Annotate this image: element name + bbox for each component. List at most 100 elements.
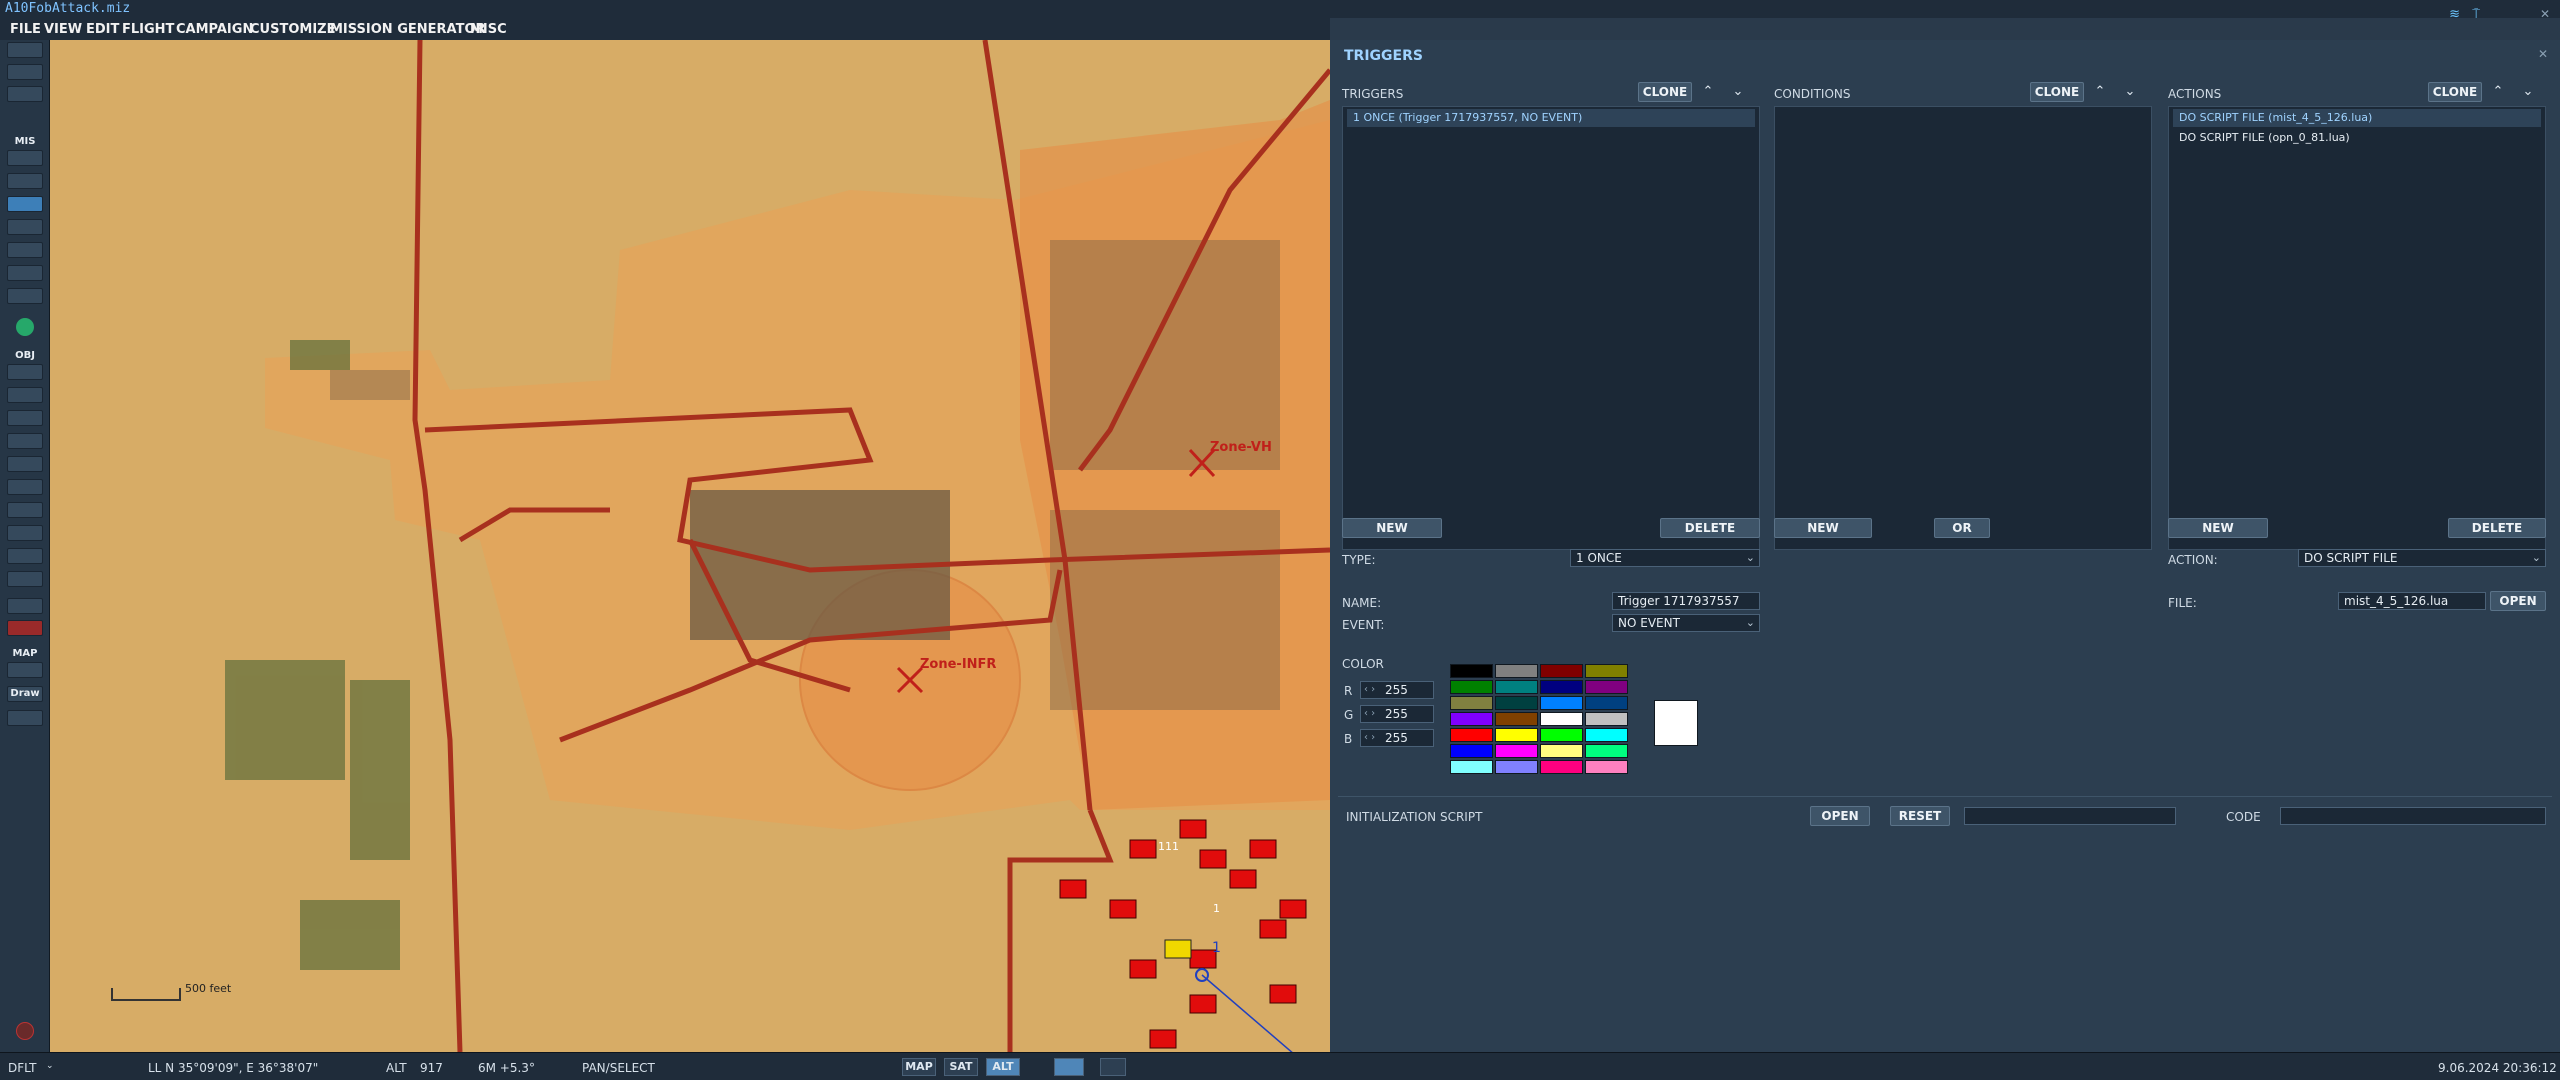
color-swatch[interactable] — [1450, 728, 1493, 742]
action-type-dropdown[interactable]: DO SCRIPT FILE ⌄ — [2298, 549, 2546, 567]
color-swatch[interactable] — [1495, 664, 1538, 678]
record-icon[interactable] — [16, 1022, 34, 1040]
close-icon[interactable]: ✕ — [2540, 7, 2550, 21]
r-spinner[interactable]: ‹ › 255 — [1360, 681, 1434, 699]
close-icon[interactable]: ✕ — [2538, 47, 2548, 61]
color-swatch[interactable] — [1495, 680, 1538, 694]
init-open-button[interactable]: OPEN — [1810, 806, 1870, 826]
flag-icon[interactable] — [7, 242, 43, 258]
helicopter-icon[interactable] — [7, 387, 43, 403]
menu-customize[interactable]: CUSTOMIZE — [250, 22, 335, 37]
go-icon[interactable] — [16, 318, 34, 336]
color-swatch[interactable] — [1585, 760, 1628, 774]
menu-campaign[interactable]: CAMPAIGN — [176, 22, 253, 37]
new-file-icon[interactable] — [7, 42, 43, 58]
color-swatch[interactable] — [1585, 696, 1628, 710]
file-field[interactable]: mist_4_5_126.lua — [2338, 592, 2486, 610]
triggers-up-icon[interactable]: ⌃ — [1700, 84, 1716, 100]
color-swatch[interactable] — [1495, 760, 1538, 774]
action-delete-button[interactable]: DELETE — [2448, 518, 2546, 538]
color-swatch[interactable] — [1585, 712, 1628, 726]
condition-new-button[interactable]: NEW — [1774, 518, 1872, 538]
color-swatch[interactable] — [1585, 664, 1628, 678]
trigger-delete-button[interactable]: DELETE — [1660, 518, 1760, 538]
code-field[interactable] — [2280, 807, 2546, 825]
conditions-up-icon[interactable]: ⌃ — [2092, 84, 2108, 100]
vehicle-icon[interactable] — [7, 433, 43, 449]
trigger-item[interactable]: 1 ONCE (Trigger 1717937557, NO EVENT) — [1347, 109, 1755, 127]
init-reset-button[interactable]: RESET — [1890, 806, 1950, 826]
key-icon[interactable] — [7, 662, 43, 678]
ship-icon[interactable] — [7, 410, 43, 426]
file-open-button[interactable]: OPEN — [2490, 591, 2546, 611]
weather-icon[interactable] — [7, 173, 43, 189]
ruler-icon[interactable] — [7, 710, 43, 726]
color-swatch[interactable] — [1450, 664, 1493, 678]
actions-list[interactable]: DO SCRIPT FILE (mist_4_5_126.lua) DO SCR… — [2168, 106, 2546, 550]
event-dropdown[interactable]: NO EVENT ⌄ — [1612, 614, 1760, 632]
settings-icon[interactable] — [1100, 1058, 1126, 1076]
color-swatch[interactable] — [1450, 760, 1493, 774]
conditions-clone-button[interactable]: CLONE — [2030, 82, 2084, 102]
conditions-down-icon[interactable]: ⌄ — [2122, 84, 2138, 100]
color-swatch[interactable] — [1540, 760, 1583, 774]
color-swatch[interactable] — [1540, 712, 1583, 726]
open-file-icon[interactable] — [7, 64, 43, 80]
shapes-icon[interactable] — [7, 598, 43, 614]
color-swatch[interactable] — [1540, 744, 1583, 758]
color-swatch[interactable] — [1450, 696, 1493, 710]
color-swatch[interactable] — [1585, 744, 1628, 758]
delete-icon[interactable] — [7, 620, 43, 636]
triggers-icon[interactable] — [7, 196, 43, 212]
conditions-list[interactable] — [1774, 106, 2152, 550]
action-item[interactable]: DO SCRIPT FILE (opn_0_81.lua) — [2173, 129, 2541, 147]
triggers-list[interactable]: 1 ONCE (Trigger 1717937557, NO EVENT) — [1342, 106, 1760, 550]
link-icon[interactable] — [7, 571, 43, 587]
actions-down-icon[interactable]: ⌄ — [2520, 84, 2536, 100]
menu-mission-generator[interactable]: MISSION GENERATOR — [330, 22, 486, 37]
triggers-down-icon[interactable]: ⌄ — [1730, 84, 1746, 100]
color-swatch[interactable] — [1585, 728, 1628, 742]
waypoint-icon[interactable] — [7, 525, 43, 541]
profile-dropdown[interactable]: DFLT — [8, 1061, 37, 1075]
menu-flight[interactable]: FLIGHT — [122, 22, 174, 37]
trigger-new-button[interactable]: NEW — [1342, 518, 1442, 538]
trigger-zone-icon[interactable] — [7, 502, 43, 518]
g-spinner[interactable]: ‹ › 255 — [1360, 705, 1434, 723]
color-swatch[interactable] — [1540, 664, 1583, 678]
zone-label-infr[interactable]: Zone-INFR — [920, 657, 996, 672]
target-icon[interactable] — [7, 219, 43, 235]
menu-view[interactable]: VIEW — [44, 22, 82, 37]
sat-mode-button[interactable]: SAT — [944, 1058, 978, 1076]
bridge-icon[interactable] — [7, 479, 43, 495]
unit-list-icon[interactable] — [7, 288, 43, 304]
color-swatch[interactable] — [1585, 680, 1628, 694]
zone-label-vh[interactable]: Zone-VH — [1210, 440, 1272, 455]
color-swatch[interactable] — [1495, 712, 1538, 726]
color-swatch[interactable] — [1495, 728, 1538, 742]
color-swatch[interactable] — [1540, 696, 1583, 710]
plane-icon[interactable] — [7, 364, 43, 380]
color-swatch[interactable] — [1450, 680, 1493, 694]
check-icon[interactable] — [7, 265, 43, 281]
color-swatch[interactable] — [1450, 744, 1493, 758]
menu-misc[interactable]: MISC — [470, 22, 507, 37]
action-item[interactable]: DO SCRIPT FILE (mist_4_5_126.lua) — [2173, 109, 2541, 127]
briefing-icon[interactable] — [7, 150, 43, 166]
alt-mode-button[interactable]: ALT — [986, 1058, 1020, 1076]
condition-or-button[interactable]: OR — [1934, 518, 1990, 538]
action-new-button[interactable]: NEW — [2168, 518, 2268, 538]
init-script-file-field[interactable] — [1964, 807, 2176, 825]
color-swatch[interactable] — [1540, 728, 1583, 742]
wifi-icon[interactable]: ≋ — [2449, 7, 2460, 22]
menu-edit[interactable]: EDIT — [86, 22, 119, 37]
type-dropdown[interactable]: 1 ONCE ⌄ — [1570, 549, 1760, 567]
triggers-clone-button[interactable]: CLONE — [1638, 82, 1692, 102]
map-view[interactable]: Zone-VH Zone-INFR 111 1 1 500 feet — [50, 40, 1330, 1052]
color-swatch[interactable] — [1540, 680, 1583, 694]
menu-file[interactable]: FILE — [10, 22, 41, 37]
circle-zone-icon[interactable] — [7, 548, 43, 564]
static-object-icon[interactable] — [7, 456, 43, 472]
map-mode-button[interactable]: MAP — [902, 1058, 936, 1076]
name-field[interactable]: Trigger 1717937557 — [1612, 592, 1760, 610]
